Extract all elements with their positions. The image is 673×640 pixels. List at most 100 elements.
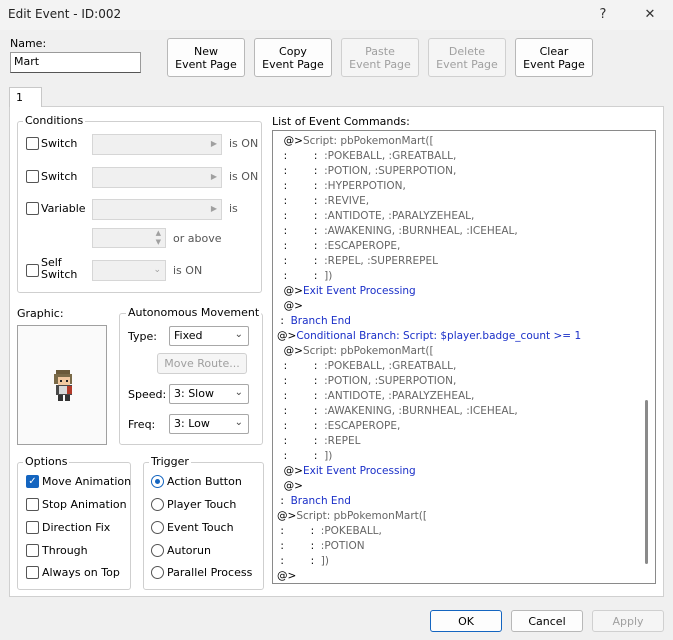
command-line[interactable]: @>Exit Event Processing bbox=[277, 464, 416, 479]
command-line[interactable]: : : ]) bbox=[277, 269, 333, 284]
command-line[interactable]: : : :ANTIDOTE, :PARALYZEHEAL, bbox=[277, 209, 475, 224]
apply-button[interactable]: Apply bbox=[592, 610, 664, 632]
command-line[interactable]: : Branch End bbox=[277, 494, 351, 509]
freq-select[interactable]: 3: Low ⌄ bbox=[169, 414, 249, 434]
new-event-page-button[interactable]: New Event Page bbox=[167, 38, 245, 77]
command-prefix: @> bbox=[277, 345, 303, 357]
command-line[interactable]: : : :POTION, :SUPERPOTION, bbox=[277, 374, 457, 389]
command-text: :REPEL, :SUPERREPEL bbox=[324, 255, 438, 267]
stop-animation-checkbox[interactable] bbox=[26, 498, 39, 511]
chevron-down-icon: ⌄ bbox=[234, 387, 243, 398]
command-line[interactable]: @>Script: pbPokemonMart([ bbox=[277, 134, 434, 149]
command-line[interactable]: : : :AWAKENING, :BURNHEAL, :ICEHEAL, bbox=[277, 224, 518, 239]
action-button-radio[interactable] bbox=[151, 475, 164, 488]
command-line[interactable]: @>Exit Event Processing bbox=[277, 284, 416, 299]
command-prefix: : : bbox=[277, 165, 325, 177]
close-button[interactable]: ✕ bbox=[632, 4, 668, 26]
direction-fix-checkbox[interactable] bbox=[26, 521, 39, 534]
command-line[interactable]: : : :POKEBALL, bbox=[277, 524, 382, 539]
command-line[interactable]: : : :REPEL bbox=[277, 434, 361, 449]
command-line[interactable]: : : :ESCAPEROPE, bbox=[277, 239, 401, 254]
command-line[interactable]: : : :REVIVE, bbox=[277, 194, 369, 209]
command-prefix: : : bbox=[277, 360, 325, 372]
command-prefix: : : bbox=[277, 420, 325, 432]
graphic-preview[interactable] bbox=[17, 325, 107, 445]
variable-value-stepper[interactable]: ▲ ▼ bbox=[92, 228, 166, 248]
variable-field[interactable]: ▶ bbox=[92, 199, 222, 220]
self-switch-select[interactable]: ⌄ bbox=[92, 260, 166, 281]
player-touch-radio[interactable] bbox=[151, 498, 164, 511]
tab-page-1[interactable]: 1 bbox=[9, 87, 42, 107]
variable-checkbox[interactable] bbox=[26, 202, 39, 215]
command-prefix: @> bbox=[277, 465, 303, 477]
command-prefix: @> bbox=[277, 330, 297, 342]
always-on-top-checkbox[interactable] bbox=[26, 566, 39, 579]
command-prefix: @> bbox=[277, 300, 303, 312]
help-button[interactable]: ? bbox=[585, 4, 621, 26]
self-switch-checkbox[interactable] bbox=[26, 264, 39, 277]
commands-scrollbar-thumb[interactable] bbox=[645, 400, 648, 564]
through-checkbox[interactable] bbox=[26, 544, 39, 557]
command-prefix: @> bbox=[277, 135, 303, 147]
arrow-right-icon: ▶ bbox=[210, 172, 217, 181]
switch2-label: Switch bbox=[41, 170, 78, 183]
command-line[interactable]: : : :POKEBALL, :GREATBALL, bbox=[277, 359, 457, 374]
clear-event-page-button[interactable]: Clear Event Page bbox=[515, 38, 593, 77]
parallel-process-radio[interactable] bbox=[151, 566, 164, 579]
options-title: Options bbox=[23, 455, 70, 468]
command-line[interactable]: : : :POTION bbox=[277, 539, 364, 554]
delete-event-page-button[interactable]: Delete Event Page bbox=[428, 38, 506, 77]
move-route-button[interactable]: Move Route... bbox=[157, 353, 247, 374]
speed-select[interactable]: 3: Slow ⌄ bbox=[169, 384, 249, 404]
chevron-down-icon[interactable]: ▼ bbox=[156, 238, 161, 246]
variable-or-above: or above bbox=[173, 232, 222, 245]
cancel-button[interactable]: Cancel bbox=[511, 610, 583, 632]
command-line[interactable]: : : :ESCAPEROPE, bbox=[277, 419, 401, 434]
command-line[interactable]: : : :ANTIDOTE, :PARALYZEHEAL, bbox=[277, 389, 475, 404]
autorun-radio[interactable] bbox=[151, 544, 164, 557]
stop-animation-label: Stop Animation bbox=[42, 498, 127, 511]
switch2-field[interactable]: ▶ bbox=[92, 167, 222, 188]
command-line[interactable]: : : ]) bbox=[277, 449, 333, 464]
paste-event-page-button[interactable]: Paste Event Page bbox=[341, 38, 419, 77]
switch2-checkbox[interactable] bbox=[26, 170, 39, 183]
type-select[interactable]: Fixed ⌄ bbox=[169, 326, 249, 346]
command-line[interactable]: @> bbox=[277, 479, 303, 494]
command-line[interactable]: @>Script: pbPokemonMart([ bbox=[277, 344, 434, 359]
chevron-up-icon[interactable]: ▲ bbox=[156, 229, 161, 237]
command-line[interactable]: @> bbox=[277, 299, 303, 314]
event-commands-lines: @>Script: pbPokemonMart([ : : :POKEBALL,… bbox=[277, 134, 647, 582]
command-line[interactable]: @>Script: pbPokemonMart([ bbox=[277, 509, 427, 524]
ok-button[interactable]: OK bbox=[430, 610, 502, 632]
switch1-checkbox[interactable] bbox=[26, 137, 39, 150]
event-touch-radio[interactable] bbox=[151, 521, 164, 534]
event-commands-list[interactable]: @>Script: pbPokemonMart([ : : :POKEBALL,… bbox=[272, 130, 656, 584]
command-line[interactable]: @>Conditional Branch: Script: $player.ba… bbox=[277, 329, 581, 344]
command-line[interactable]: : : ]) bbox=[277, 554, 329, 569]
command-prefix: : : bbox=[277, 390, 325, 402]
move-animation-checkbox[interactable]: ✓ bbox=[26, 475, 39, 488]
command-line[interactable]: : Branch End bbox=[277, 314, 351, 329]
move-animation-label: Move Animation bbox=[42, 475, 132, 488]
command-prefix: : : bbox=[277, 555, 321, 567]
command-line[interactable]: : : :REPEL, :SUPERREPEL bbox=[277, 254, 438, 269]
self-switch-label: Self Switch bbox=[41, 256, 78, 281]
graphic-label: Graphic: bbox=[17, 307, 64, 320]
command-prefix: @> bbox=[277, 285, 303, 297]
player-touch-label: Player Touch bbox=[167, 498, 237, 511]
switch1-field[interactable]: ▶ bbox=[92, 134, 222, 155]
command-line[interactable]: : : :AWAKENING, :BURNHEAL, :ICEHEAL, bbox=[277, 404, 518, 419]
command-prefix: : : bbox=[277, 270, 325, 282]
command-line[interactable]: : : :HYPERPOTION, bbox=[277, 179, 406, 194]
command-prefix: : : bbox=[277, 225, 325, 237]
copy-event-page-button[interactable]: Copy Event Page bbox=[254, 38, 332, 77]
command-line[interactable]: @> bbox=[277, 569, 296, 583]
command-text: ]) bbox=[320, 555, 329, 567]
command-text: Conditional Branch: Script: $player.badg… bbox=[296, 330, 582, 342]
autonomous-movement-title: Autonomous Movement bbox=[126, 306, 262, 319]
command-text: :REVIVE, bbox=[324, 195, 370, 207]
through-label: Through bbox=[42, 544, 88, 557]
command-line[interactable]: : : :POKEBALL, :GREATBALL, bbox=[277, 149, 457, 164]
name-input[interactable]: Mart bbox=[10, 52, 141, 73]
command-line[interactable]: : : :POTION, :SUPERPOTION, bbox=[277, 164, 457, 179]
